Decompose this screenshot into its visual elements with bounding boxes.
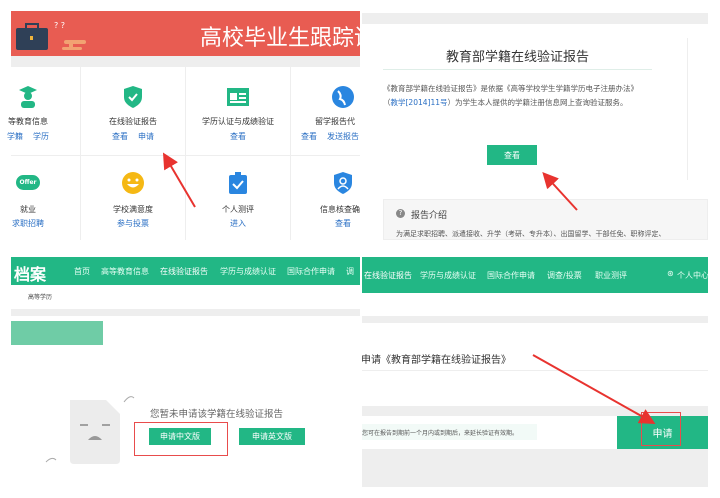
smiley-icon — [122, 172, 144, 194]
banner-title: 高校毕业生跟踪调 — [200, 26, 377, 51]
service-label: 信息核查确 — [320, 205, 360, 214]
arrow-1 — [162, 152, 196, 208]
certificate-icon — [227, 88, 249, 106]
link-view-abroad[interactable]: 查看 — [301, 132, 317, 141]
link-xueji[interactable]: 学籍 — [7, 132, 23, 141]
empty-document-icon — [45, 396, 135, 464]
renewal-notice: 您可在报告到期前一个月内或到期后，来延长验证有效期。 — [362, 430, 519, 437]
apply-title: 申请《教育部学籍在线验证报告》 — [361, 355, 511, 366]
link-xueli[interactable]: 学历 — [33, 132, 49, 141]
nav-home[interactable]: 首页 — [74, 266, 90, 277]
shield-check-icon — [124, 86, 142, 108]
highlight-box — [641, 412, 681, 446]
service-label: 等教育信息 — [8, 117, 48, 126]
link-vote[interactable]: 参与投票 — [117, 219, 149, 228]
user-icon: ⊛ — [667, 269, 674, 278]
service-label: 留学报告代 — [315, 117, 355, 126]
intro-title: 报告介绍 — [411, 211, 448, 221]
clipboard-check-icon — [229, 172, 247, 194]
nav-cert[interactable]: 学历与成绩认证 — [220, 266, 276, 277]
graduate-icon — [19, 86, 37, 108]
svg-text:? ?: ? ? — [54, 21, 65, 30]
link-view-cert[interactable]: 查看 — [230, 132, 246, 141]
globe-icon — [332, 86, 354, 108]
regulation-link[interactable]: 教学[2014]11号 — [391, 98, 448, 107]
service-label: 就业 — [20, 205, 36, 214]
question-icon: ? — [396, 209, 405, 218]
nav-survey[interactable]: 调查/投票 — [547, 270, 582, 281]
nav-intl[interactable]: 国际合作申请 — [487, 270, 535, 281]
nav-assessment[interactable]: 职业测评 — [595, 270, 627, 281]
empty-message: 您暂未申请该学籍在线验证报告 — [150, 409, 284, 420]
divider-strip — [11, 56, 360, 67]
nav-higher-ed[interactable]: 高等教育信息 — [101, 266, 149, 277]
logo: 档案 — [14, 265, 47, 284]
service-label: 个人测评 — [222, 205, 254, 214]
service-label: 学校满意度 — [113, 205, 153, 214]
link-apply-report[interactable]: 申请 — [138, 132, 154, 141]
report-title: 教育部学籍在线验证报告 — [445, 50, 589, 65]
service-label: 在线验证报告 — [109, 117, 157, 126]
offer-icon: Offer — [16, 175, 40, 190]
nav-survey[interactable]: 调 — [346, 266, 354, 277]
nav-intl[interactable]: 国际合作申请 — [287, 266, 335, 277]
apply-english-button[interactable]: 申请英文版 — [239, 428, 305, 445]
top-nav: 在线验证报告 学历与成绩认证 国际合作申请 调查/投票 职业测评 ⊛ 个人中心 — [362, 257, 709, 293]
nav-online-report[interactable]: 在线验证报告 — [364, 270, 412, 281]
link-job[interactable]: 求职招聘 — [12, 219, 44, 228]
link-view-report[interactable]: 查看 — [112, 132, 128, 141]
service-label: 学历认证与成绩验证 — [202, 117, 274, 126]
report-description: 《教育部学籍在线验证报告》是依据《高等学校学生学籍学历电子注册办法》（教学[20… — [383, 84, 638, 107]
view-button[interactable]: 查看 — [487, 145, 537, 165]
nav-cert[interactable]: 学历与成绩认证 — [420, 270, 476, 281]
breadcrumb[interactable]: 高等学历 — [28, 292, 52, 301]
link-view-check[interactable]: 查看 — [335, 219, 351, 228]
briefcase-icon: ? ? — [16, 21, 86, 50]
intro-text: 为满足求职招聘、派遣接收、升学（考研、专升本）、出国留学、干部任免、职称评定、 — [396, 230, 666, 238]
blurred-tab — [11, 321, 103, 345]
user-shield-icon — [334, 172, 352, 194]
nav-online-report[interactable]: 在线验证报告 — [160, 266, 208, 277]
link-enter[interactable]: 进入 — [230, 219, 246, 228]
user-center-menu[interactable]: 个人中心 — [677, 270, 709, 281]
link-send-report[interactable]: 发送报告 — [327, 132, 359, 141]
nav-active-caret — [178, 280, 188, 290]
highlight-box — [134, 422, 228, 456]
